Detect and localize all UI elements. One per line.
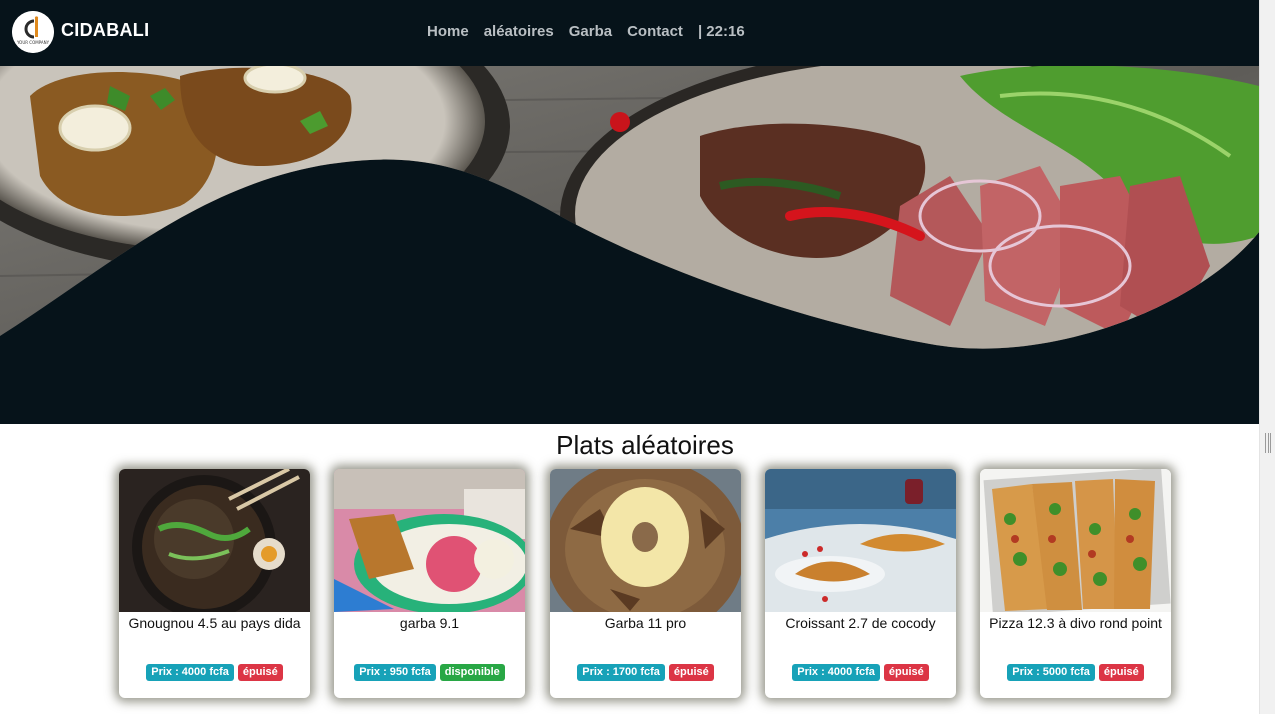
logo-text: YOUR COMPANY [16,40,50,45]
dish-name: Croissant 2.7 de cocody [785,615,936,631]
dish-name: garba 9.1 [399,615,460,631]
dish-image-garba-pro [550,469,741,612]
dish-card[interactable]: Croissant 2.7 de cocody Prix : 4000 fcfa… [765,469,956,698]
dish-image-croissant [765,469,956,612]
price-badge: Prix : 1700 fcfa [577,664,665,681]
dish-image-gnougnou [119,469,310,612]
nav-link-home[interactable]: Home [427,23,469,40]
status-badge: épuisé [883,664,929,681]
nav-link-contact[interactable]: Contact [627,23,683,40]
dish-image-garba [334,469,525,612]
nav-link-garba[interactable]: Garba [569,23,612,40]
brand-name[interactable]: CIDABALI [61,20,149,41]
logo[interactable]: YOUR COMPANY [12,11,54,53]
dish-card[interactable]: Gnougnou 4.5 au pays dida Prix : 4000 fc… [119,469,310,698]
price-badge: Prix : 4000 fcfa [146,664,234,681]
main-nav: Home aléatoires Garba Contact | 22:16 [427,23,745,40]
status-badge: disponible [439,664,505,681]
status-badge: épuisé [1098,664,1144,681]
nav-link-aleatoires[interactable]: aléatoires [484,23,554,40]
dish-name: Garba 11 pro [604,615,687,631]
vertical-scrollbar[interactable] [1259,0,1275,714]
price-badge: Prix : 5000 fcfa [1007,664,1095,681]
dish-card[interactable]: Pizza 12.3 à divo rond point Prix : 5000… [980,469,1171,698]
dish-card[interactable]: garba 9.1 Prix : 950 fcfa disponible [334,469,525,698]
clock-display: | 22:16 [697,23,745,40]
hero-banner [0,66,1259,424]
hero-food-image [0,66,1259,349]
dish-image-pizza [980,469,1171,612]
price-badge: Prix : 4000 fcfa [792,664,880,681]
status-badge: épuisé [668,664,714,681]
dish-card[interactable]: Garba 11 pro Prix : 1700 fcfa épuisé [550,469,741,698]
page: YOUR COMPANY CIDABALI Home aléatoires Ga… [0,0,1259,714]
status-badge: épuisé [237,664,283,681]
price-badge: Prix : 950 fcfa [354,664,436,681]
navbar: YOUR COMPANY CIDABALI Home aléatoires Ga… [0,0,1259,66]
scrollbar-grip-icon[interactable] [1265,433,1271,453]
logo-icon: YOUR COMPANY [12,11,54,53]
dish-name: Pizza 12.3 à divo rond point [989,615,1162,631]
dish-name: Gnougnou 4.5 au pays dida [128,615,301,631]
section-title: Plats aléatoires [556,430,734,460]
